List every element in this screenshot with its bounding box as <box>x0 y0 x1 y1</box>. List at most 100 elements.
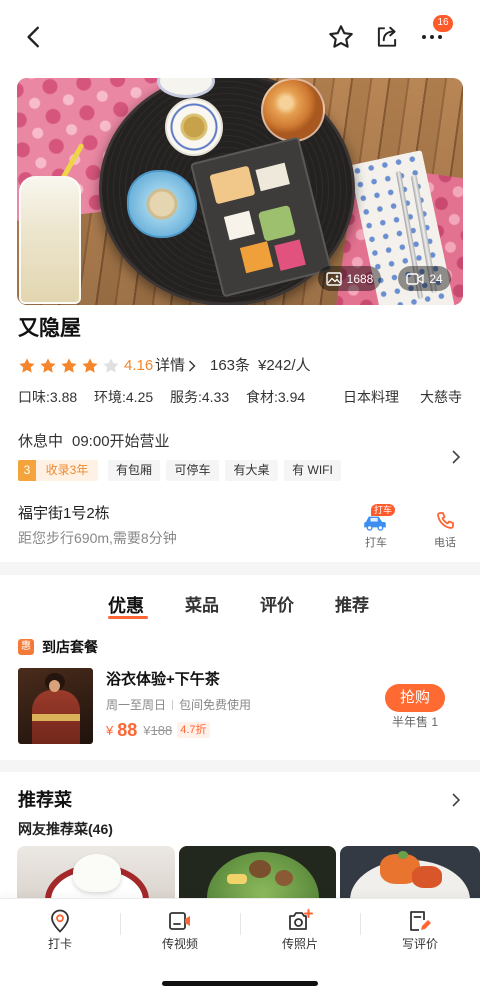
recommended-subtitle: 网友推荐菜(46) <box>18 821 113 837</box>
price-per-person: ¥242/人 <box>258 357 311 374</box>
deal-subtitle: 周一至周日 包间免费使用 <box>106 697 251 713</box>
photo-count-badge[interactable]: 1688 <box>318 266 381 291</box>
video-camera-icon <box>406 272 424 286</box>
share-icon[interactable] <box>373 23 401 51</box>
buy-button[interactable]: 抢购 <box>385 684 445 712</box>
photo-bowl <box>165 98 223 156</box>
area-name[interactable]: 大慈寺 <box>420 387 462 407</box>
phone-icon <box>435 510 455 530</box>
discount-badge: 4.7折 <box>177 722 210 738</box>
upload-video-icon <box>167 908 193 934</box>
years-rank-badge: 3 <box>18 460 36 481</box>
photo-herb <box>398 851 408 859</box>
video-count-badge[interactable]: 24 <box>398 266 451 291</box>
rating-stars <box>18 357 120 375</box>
section-divider <box>0 562 480 575</box>
photo-flower-dish <box>127 170 197 238</box>
years-listed-tag: 收录3年 <box>36 460 98 481</box>
photo-vegetable <box>227 874 247 884</box>
shop-detail-page: 16 1688 24 又隐屋 4.16 详情 163条 ¥242/人 口味:3.… <box>0 0 480 998</box>
photo-drink-glass <box>19 176 81 304</box>
shop-name: 又隐屋 <box>18 317 81 340</box>
deal-note: 包间免费使用 <box>179 698 252 712</box>
photo-tea-glass <box>261 78 325 142</box>
write-review-icon <box>407 908 433 934</box>
photo-count: 1688 <box>346 271 374 286</box>
deal-title[interactable]: 浴衣体验+下午茶 <box>106 669 220 691</box>
check-in-label: 打卡 <box>47 937 72 951</box>
deal-thumbnail[interactable] <box>18 668 93 744</box>
chevron-right-icon[interactable] <box>451 449 461 465</box>
deal-schedule: 周一至周日 <box>106 698 167 712</box>
photo-mushroom <box>249 860 271 878</box>
review-count[interactable]: 163条 <box>210 355 250 377</box>
business-status: 休息中 <box>18 433 64 450</box>
feature-tag: 有大桌 <box>225 460 278 481</box>
tab-recommend[interactable]: 推荐 <box>335 593 369 619</box>
photo-food <box>209 165 256 205</box>
shop-address[interactable]: 福宇街1号2栋 <box>18 503 110 525</box>
active-tab-indicator <box>108 616 148 619</box>
upload-photo-label: 传照片 <box>281 937 318 951</box>
star-outline-icon[interactable] <box>326 22 356 52</box>
phone-label: 电话 <box>434 537 456 549</box>
rating-star-icon <box>103 358 119 373</box>
original-price: 188 <box>150 722 173 738</box>
price-currency: ¥ <box>106 722 114 738</box>
notification-badge: 16 <box>432 14 454 33</box>
rating-star-icon <box>40 358 56 373</box>
home-indicator[interactable] <box>162 981 318 986</box>
photo-food <box>257 204 297 242</box>
deal-price: 88 <box>117 719 138 740</box>
chevron-right-icon[interactable] <box>451 792 461 808</box>
dish-photo[interactable] <box>179 846 336 906</box>
opening-time: 09:00开始营业 <box>72 433 170 450</box>
dish-photo[interactable] <box>340 846 480 906</box>
tab-dishes[interactable]: 菜品 <box>185 593 219 619</box>
divider <box>172 700 174 710</box>
feature-tag: 有包厢 <box>108 460 160 481</box>
taxi-button[interactable]: 打车 打车 <box>355 503 397 551</box>
deal-price-row: ¥ 88 ¥ 188 4.7折 <box>106 718 210 742</box>
walking-distance: 距您步行690m,需要8分钟 <box>18 530 177 546</box>
video-count: 24 <box>429 271 443 286</box>
original-price-currency: ¥ <box>143 722 151 738</box>
section-divider <box>0 760 480 772</box>
chevron-right-icon[interactable] <box>188 360 196 372</box>
phone-button[interactable]: 电话 <box>428 503 462 551</box>
rating-star-icon <box>61 358 77 373</box>
photo-mushroom <box>275 870 293 886</box>
check-in-button[interactable]: 打卡 <box>0 899 120 961</box>
tab-reviews[interactable]: 评价 <box>260 593 294 619</box>
image-icon <box>325 271 342 286</box>
deal-sales: 半年售 1 <box>391 715 438 729</box>
photo-obi <box>32 714 80 721</box>
rating-star-icon <box>19 358 35 373</box>
photo-food <box>255 162 290 192</box>
rating-score: 4.16 <box>124 357 154 374</box>
deal-section-title: 到店套餐 <box>42 639 98 655</box>
photo-dessert <box>73 854 121 892</box>
write-review-button[interactable]: 写评价 <box>360 899 480 961</box>
recommended-title[interactable]: 推荐菜 <box>18 787 72 813</box>
photo-food <box>412 866 442 888</box>
upload-photo-icon <box>287 908 313 934</box>
deal-section-icon: 惠 <box>18 639 34 655</box>
feature-tag: 可停车 <box>166 460 219 481</box>
feature-tag: 有 WIFI <box>284 460 341 481</box>
cuisine-type[interactable]: 日本料理 <box>343 387 399 407</box>
dish-photo[interactable] <box>17 846 175 906</box>
taxi-label: 打车 <box>365 537 387 549</box>
upload-photo-button[interactable]: 传照片 <box>240 899 360 961</box>
photo-face <box>49 680 60 692</box>
score-ingredients: 食材:3.94 <box>246 389 306 405</box>
taxi-badge: 打车 <box>371 504 396 516</box>
back-arrow-icon[interactable] <box>20 23 48 51</box>
check-in-pin-icon <box>47 908 73 934</box>
rating-star-icon <box>82 358 98 373</box>
upload-video-button[interactable]: 传视频 <box>120 899 240 961</box>
photo-food <box>239 241 274 274</box>
photo-food <box>274 239 306 271</box>
details-link[interactable]: 详情 <box>155 355 185 377</box>
shop-hero-photo[interactable]: 1688 24 <box>17 78 463 305</box>
